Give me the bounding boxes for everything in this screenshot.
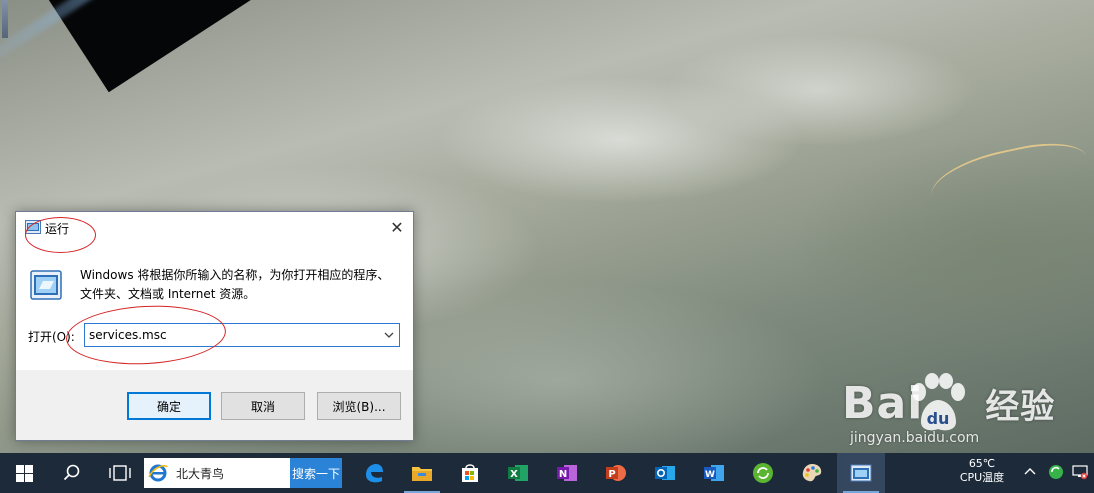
open-label: 打开(O):	[28, 330, 75, 344]
search-query-text: 北大青鸟	[176, 466, 225, 481]
taskbar-file-explorer[interactable]	[398, 453, 446, 493]
paint-icon	[802, 464, 822, 482]
cpu-temperature-widget[interactable]: 65℃ CPU温度	[954, 457, 1010, 485]
open-input[interactable]	[85, 324, 375, 346]
taskbar-refresh-app[interactable]	[739, 453, 787, 493]
svg-text:du: du	[927, 409, 950, 428]
space-background	[0, 0, 579, 93]
store-icon	[462, 464, 478, 482]
network-icon[interactable]	[1072, 464, 1088, 480]
outlook-icon	[655, 466, 675, 480]
taskbar: 北大青鸟 搜索一下 X N P W	[0, 453, 1094, 493]
start-button[interactable]	[0, 453, 48, 493]
cancel-button[interactable]: 取消	[221, 392, 305, 420]
search-go-button[interactable]: 搜索一下	[290, 458, 342, 488]
task-view-icon	[109, 465, 131, 481]
dialog-description: Windows 将根据你所输入的名称，为你打开相应的程序、文件夹、文档或 Int…	[80, 268, 390, 301]
chevron-down-icon[interactable]	[382, 328, 396, 342]
word-icon: W	[704, 465, 724, 481]
browser-search-box[interactable]: 北大青鸟	[144, 458, 290, 488]
refresh-app-icon	[753, 463, 773, 483]
run-icon	[25, 220, 41, 234]
task-view-button[interactable]	[96, 453, 144, 493]
taskbar-excel[interactable]: X	[494, 453, 542, 493]
status-icon[interactable]	[1048, 464, 1064, 480]
close-icon: ✕	[390, 217, 404, 237]
taskbar-paint[interactable]	[788, 453, 836, 493]
run-app-icon	[850, 464, 872, 482]
powerpoint-icon: P	[606, 465, 626, 481]
ie-icon	[148, 464, 168, 482]
excel-icon: X	[508, 465, 528, 481]
svg-text:X: X	[510, 469, 518, 480]
browse-button[interactable]: 浏览(B)...	[317, 392, 401, 420]
baidu-paw-icon: du	[912, 373, 965, 431]
cpu-temperature-value: 65℃	[968, 457, 996, 470]
taskbar-outlook[interactable]	[641, 453, 689, 493]
run-dialog: 运行 ✕ Windows 将根据你所输入的名称，为你打开相应的程序、文件夹、文档…	[15, 211, 414, 441]
taskbar-run-app[interactable]	[837, 453, 885, 493]
ok-button[interactable]: 确定	[127, 392, 211, 420]
svg-text:W: W	[705, 470, 715, 480]
search-icon	[63, 464, 80, 481]
watermark-url: jingyan.baidu.com	[850, 430, 980, 446]
file-explorer-icon	[412, 467, 432, 481]
taskbar-word[interactable]: W	[690, 453, 738, 493]
dialog-body: Windows 将根据你所输入的名称，为你打开相应的程序、文件夹、文档或 Int…	[16, 242, 413, 370]
dialog-title: 运行	[45, 222, 70, 236]
windows-start-icon	[15, 464, 33, 482]
close-button[interactable]: ✕	[381, 212, 413, 242]
open-combobox[interactable]	[84, 323, 400, 347]
dialog-footer: 确定 取消 浏览(B)...	[16, 370, 413, 440]
river-lights	[925, 134, 1094, 226]
taskbar-edge[interactable]	[350, 453, 398, 493]
cpu-temperature-label: CPU温度	[959, 471, 1005, 484]
run-program-icon	[30, 270, 62, 300]
taskbar-store[interactable]	[446, 453, 494, 493]
svg-text:N: N	[559, 469, 567, 480]
svg-text:P: P	[608, 469, 615, 480]
edge-marker	[2, 0, 8, 38]
taskbar-onenote[interactable]: N	[543, 453, 591, 493]
edge-icon	[366, 464, 383, 483]
watermark-logo-suffix: 经验	[985, 387, 1056, 427]
dialog-titlebar[interactable]: 运行 ✕	[16, 212, 413, 242]
taskbar-powerpoint[interactable]: P	[592, 453, 640, 493]
onenote-icon: N	[557, 465, 577, 481]
search-button[interactable]	[48, 453, 96, 493]
chevron-up-icon[interactable]	[1022, 464, 1038, 480]
